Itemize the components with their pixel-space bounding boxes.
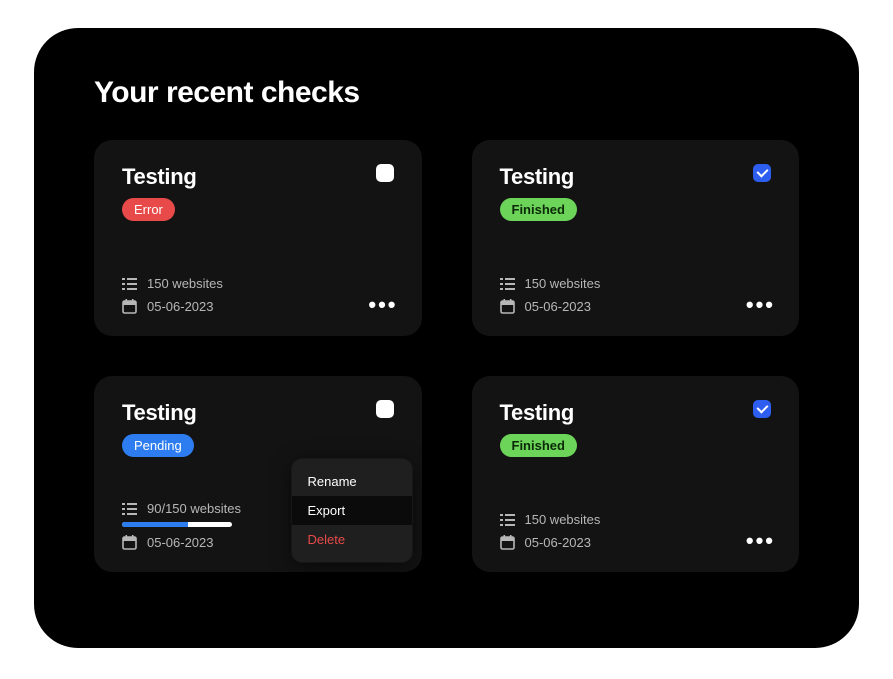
date-row: 05-06-2023 — [500, 535, 772, 550]
websites-count: 90/150 websites — [147, 501, 241, 516]
status-badge: Error — [122, 198, 175, 221]
more-menu-button[interactable]: ••• — [746, 530, 775, 552]
calendar-icon — [122, 535, 137, 550]
websites-row: 150 websites — [500, 276, 772, 291]
calendar-icon — [500, 535, 515, 550]
websites-count: 150 websites — [525, 512, 601, 527]
card-header: Testing Error — [122, 164, 394, 221]
websites-row: 150 websites — [122, 276, 394, 291]
card-title: Testing — [122, 400, 197, 426]
context-menu: Rename Export Delete — [292, 459, 412, 562]
more-menu-button[interactable]: ••• — [746, 294, 775, 316]
check-card[interactable]: Testing Finished 150 websites 05-06-2023 — [472, 140, 800, 336]
websites-row: 150 websites — [500, 512, 772, 527]
select-checkbox[interactable] — [753, 400, 771, 418]
status-badge: Pending — [122, 434, 194, 457]
check-card[interactable]: Testing Finished 150 websites 05-06-2023 — [472, 376, 800, 572]
card-title: Testing — [500, 400, 577, 426]
card-body: 150 websites 05-06-2023 — [500, 268, 772, 314]
websites-count: 150 websites — [147, 276, 223, 291]
card-header: Testing Pending — [122, 400, 394, 457]
date-value: 05-06-2023 — [147, 299, 214, 314]
menu-export[interactable]: Export — [292, 496, 412, 525]
card-header: Testing Finished — [500, 400, 772, 457]
list-icon — [500, 514, 515, 526]
status-badge: Finished — [500, 198, 577, 221]
date-value: 05-06-2023 — [147, 535, 214, 550]
progress-fill — [122, 522, 188, 527]
date-row: 05-06-2023 — [122, 299, 394, 314]
progress-bar — [122, 522, 232, 527]
select-checkbox[interactable] — [376, 400, 394, 418]
select-checkbox[interactable] — [376, 164, 394, 182]
date-value: 05-06-2023 — [525, 299, 592, 314]
list-icon — [500, 278, 515, 290]
recent-checks-panel: Your recent checks Testing Error 150 web… — [34, 28, 859, 648]
status-badge: Finished — [500, 434, 577, 457]
more-menu-button[interactable]: ••• — [368, 294, 397, 316]
card-title: Testing — [122, 164, 197, 190]
card-title: Testing — [500, 164, 577, 190]
select-checkbox[interactable] — [753, 164, 771, 182]
check-card[interactable]: Testing Error 150 websites 05-06-2023 — [94, 140, 422, 336]
calendar-icon — [500, 299, 515, 314]
list-icon — [122, 278, 137, 290]
calendar-icon — [122, 299, 137, 314]
date-value: 05-06-2023 — [525, 535, 592, 550]
card-body: 150 websites 05-06-2023 — [122, 268, 394, 314]
menu-delete[interactable]: Delete — [292, 525, 412, 554]
list-icon — [122, 503, 137, 515]
date-row: 05-06-2023 — [500, 299, 772, 314]
check-card[interactable]: Testing Pending 90/150 websites — [94, 376, 422, 572]
cards-grid: Testing Error 150 websites 05-06-2023 — [94, 140, 799, 572]
menu-rename[interactable]: Rename — [292, 467, 412, 496]
card-header: Testing Finished — [500, 164, 772, 221]
page-title: Your recent checks — [94, 76, 799, 110]
card-body: 150 websites 05-06-2023 — [500, 504, 772, 550]
websites-count: 150 websites — [525, 276, 601, 291]
